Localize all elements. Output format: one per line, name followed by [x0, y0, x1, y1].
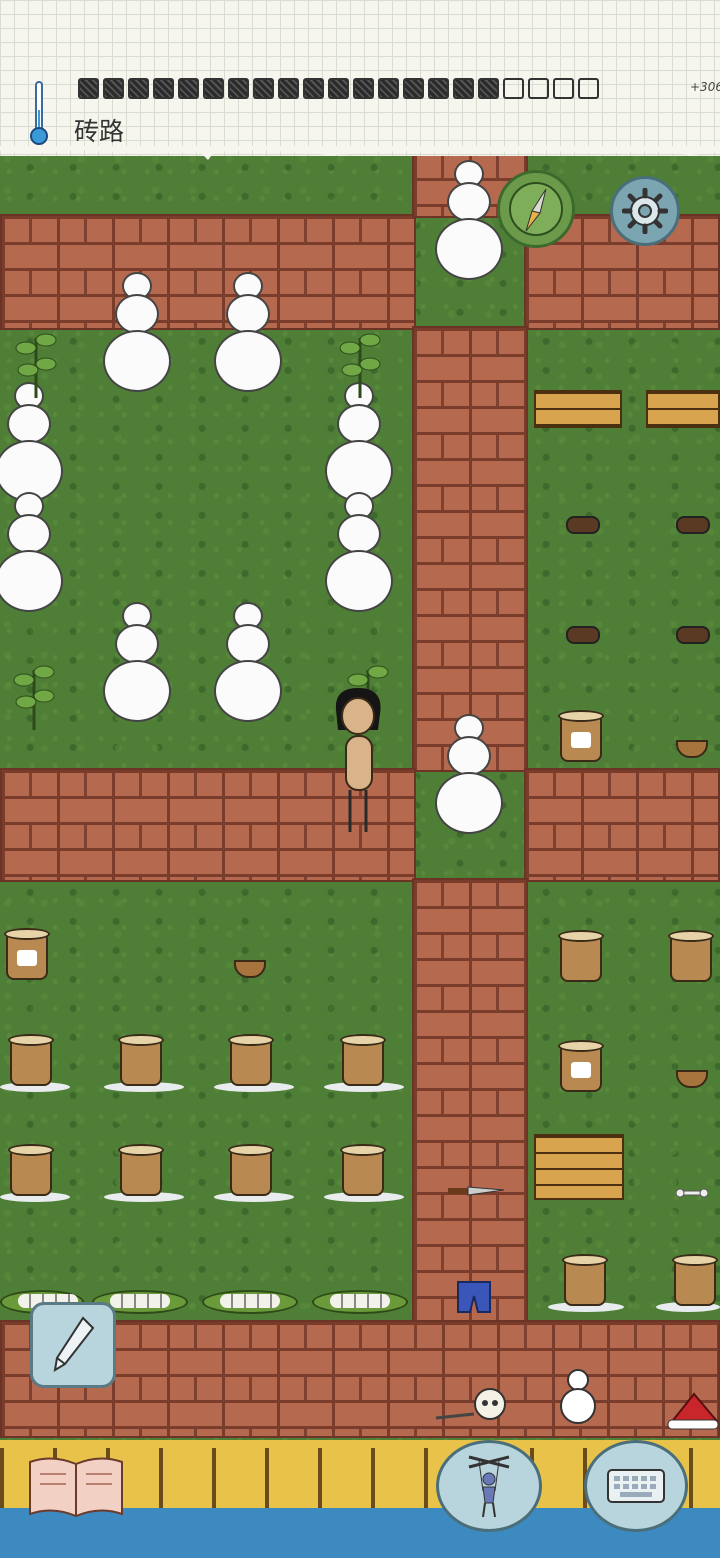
food-pip [253, 78, 274, 99]
food-bonus-value: +306 [690, 80, 720, 94]
clay-crock[interactable] [558, 930, 604, 982]
snowman[interactable] [0, 492, 64, 614]
food-pip [203, 78, 224, 99]
status-bar: +306 砖路 [0, 0, 720, 156]
snowman[interactable] [434, 714, 504, 836]
emote-button[interactable] [436, 1440, 542, 1532]
food-pip [503, 78, 524, 99]
clay-crock[interactable] [340, 1034, 386, 1086]
clay-crock[interactable] [8, 1034, 54, 1086]
settings-button[interactable] [610, 176, 680, 246]
clay-crock[interactable] [228, 1034, 274, 1086]
food-pip [378, 78, 399, 99]
brick-road-vertical-upper[interactable] [412, 326, 528, 772]
santa-hat-item[interactable] [664, 1390, 720, 1432]
snowman[interactable] [324, 492, 394, 614]
food-meter [78, 78, 599, 102]
blue-shorts-item[interactable] [456, 1280, 492, 1314]
clay-crock[interactable] [8, 1144, 54, 1196]
bone-item[interactable] [676, 1188, 708, 1198]
snowman[interactable] [213, 272, 283, 394]
firewood-log[interactable] [566, 626, 600, 644]
clay-crock[interactable] [4, 928, 50, 980]
snowman[interactable] [102, 602, 172, 724]
food-pip [453, 78, 474, 99]
player-character[interactable] [328, 686, 388, 836]
snowman[interactable] [324, 382, 394, 504]
snowman-decoration[interactable] [554, 1360, 602, 1426]
food-pip [428, 78, 449, 99]
food-pip [228, 78, 249, 99]
chat-button[interactable] [584, 1440, 688, 1532]
food-pip [578, 78, 599, 99]
clay-crock[interactable] [558, 1040, 604, 1092]
clay-crock[interactable] [562, 1254, 608, 1306]
food-pip [153, 78, 174, 99]
firewood-log[interactable] [676, 516, 710, 534]
food-pip [403, 78, 424, 99]
clay-crock[interactable] [340, 1144, 386, 1196]
clay-crock[interactable] [118, 1144, 164, 1196]
puppet-icon [468, 1455, 510, 1518]
food-pip [528, 78, 549, 99]
compass-icon [509, 182, 563, 236]
food-pip [128, 78, 149, 99]
food-pip [178, 78, 199, 99]
leaf-with-dough[interactable] [202, 1290, 298, 1314]
carrot-crate[interactable] [646, 390, 720, 428]
food-pip [553, 78, 574, 99]
plant-sprout[interactable] [4, 650, 64, 730]
carrot-crate[interactable] [534, 390, 622, 428]
pencil-icon [53, 1316, 95, 1372]
brick-road-vertical-lower[interactable] [412, 878, 528, 1324]
clay-crock[interactable] [228, 1144, 274, 1196]
biome-label: 砖路 [74, 117, 125, 146]
keyboard-icon [607, 1469, 665, 1503]
food-pip [303, 78, 324, 99]
food-pip [353, 78, 374, 99]
snowman[interactable] [102, 272, 172, 394]
food-pip [278, 78, 299, 99]
brick-road-middle-right[interactable] [524, 768, 720, 882]
food-pip [328, 78, 349, 99]
snowman[interactable] [434, 160, 504, 282]
thermometer-icon [30, 81, 48, 145]
leaf-with-dough[interactable] [312, 1290, 408, 1314]
clay-crock[interactable] [558, 710, 604, 762]
wooden-crate[interactable] [534, 1134, 624, 1200]
snowman[interactable] [0, 382, 64, 504]
hud-torn-edge [0, 146, 720, 160]
plant-sprout[interactable] [6, 318, 66, 398]
food-pip [103, 78, 124, 99]
plant-sprout[interactable] [330, 318, 390, 398]
food-pip [478, 78, 499, 99]
snowman[interactable] [213, 602, 283, 724]
clay-crock[interactable] [672, 1254, 718, 1306]
firewood-log[interactable] [676, 626, 710, 644]
edit-button[interactable] [30, 1302, 116, 1388]
clay-crock[interactable] [118, 1034, 164, 1086]
gear-icon [622, 188, 668, 234]
skull-bones[interactable] [434, 1378, 514, 1424]
food-pip [78, 78, 99, 99]
compass-button[interactable] [497, 170, 575, 248]
book-icon [29, 1457, 123, 1518]
firewood-log[interactable] [566, 516, 600, 534]
tech-tree-button[interactable] [26, 1452, 126, 1522]
clay-crock[interactable] [668, 930, 714, 982]
brick-road-top-left[interactable] [0, 214, 416, 330]
knife-item[interactable] [448, 1184, 504, 1198]
